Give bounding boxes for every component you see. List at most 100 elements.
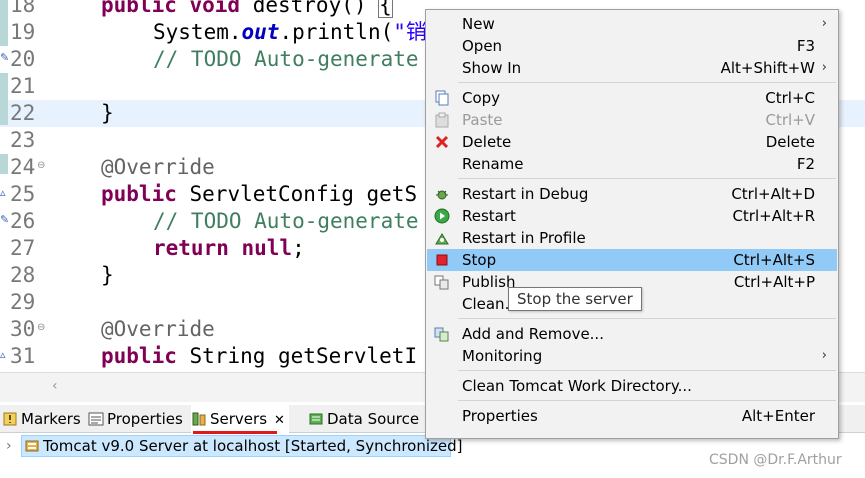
change-marker: [0, 154, 8, 174]
close-tab-icon[interactable]: ✕: [274, 413, 285, 428]
menu-item-monitoring[interactable]: Monitoring ›: [427, 345, 837, 367]
code-token: System.: [153, 20, 242, 44]
menu-item-shortcut: F3: [796, 37, 815, 55]
code-token: public: [101, 182, 190, 206]
menu-item-clean-tomcat-work-directory[interactable]: Clean Tomcat Work Directory...: [427, 375, 837, 397]
code-text: @Override: [101, 154, 215, 181]
line-number: 25: [10, 182, 36, 206]
code-token: ;: [292, 236, 305, 260]
line-number: 27: [10, 236, 36, 260]
override-marker-icon: ▵: [0, 348, 6, 361]
menu-item-delete[interactable]: Delete Delete: [427, 131, 837, 153]
properties-icon: [88, 412, 104, 426]
code-text: // TODO Auto-generate: [153, 46, 419, 73]
menu-item-properties[interactable]: Properties Alt+Enter: [427, 405, 837, 427]
menu-item-shortcut: F2: [796, 155, 815, 173]
code-token: @Override: [101, 317, 215, 341]
stop-icon: [436, 254, 448, 266]
tomcat-server-icon: [25, 440, 39, 452]
menu-item-open[interactable]: Open F3: [427, 35, 837, 57]
code-token: String getServletI: [189, 344, 418, 368]
line-number: 29: [10, 290, 36, 314]
server-row-label: Tomcat v9.0 Server at localhost [Started…: [43, 437, 463, 455]
override-marker-icon: ▵: [0, 186, 6, 199]
submenu-arrow-icon: ›: [821, 348, 827, 363]
menu-item-label: Clean Tomcat Work Directory...: [462, 377, 692, 395]
menu-item-paste[interactable]: Paste Ctrl+V: [427, 109, 837, 131]
tab-label: Servers: [210, 410, 268, 428]
tab-label: Data Source I: [327, 410, 429, 428]
line-number: 28: [10, 263, 36, 287]
tab-label: Markers: [21, 410, 81, 428]
menu-separator: [458, 370, 836, 371]
menu-item-new[interactable]: New ›: [427, 13, 837, 35]
menu-item-label: Properties: [462, 407, 538, 425]
menu-item-label: Open: [462, 37, 503, 55]
menu-item-rename[interactable]: Rename F2: [427, 153, 837, 175]
code-token: destroy(): [252, 0, 380, 17]
line-number: 21: [10, 74, 36, 98]
paste-icon: [435, 112, 449, 128]
tab-servers[interactable]: Servers ✕: [191, 405, 289, 433]
fold-collapse-icon[interactable]: ⊖: [37, 160, 45, 172]
menu-item-shortcut: Ctrl+C: [765, 89, 815, 107]
menu-item-label: Paste: [462, 111, 503, 129]
code-token: }: [101, 263, 114, 287]
line-number: 26: [10, 209, 36, 233]
menu-item-shortcut: Ctrl+Alt+S: [733, 251, 815, 269]
scroll-left-icon[interactable]: ‹: [52, 378, 58, 394]
restart-icon: [434, 208, 450, 224]
menu-item-restart[interactable]: Restart Ctrl+Alt+R: [427, 205, 837, 227]
menu-item-restart-in-profile[interactable]: Restart in Profile: [427, 227, 837, 249]
delete-icon: [435, 135, 449, 149]
menu-item-stop[interactable]: Stop Ctrl+Alt+S: [427, 249, 837, 271]
code-text: }: [101, 262, 114, 289]
change-marker: [0, 73, 8, 125]
menu-item-add-and-remove[interactable]: Add and Remove...: [427, 323, 837, 345]
menu-item-label: Restart in Debug: [462, 185, 589, 203]
code-token: @Override: [101, 155, 215, 179]
menu-separator: [458, 318, 836, 319]
menu-item-label: Restart in Profile: [462, 229, 586, 247]
code-text: System.out.println("销: [153, 19, 427, 46]
tab-data-source[interactable]: Data Source I: [308, 405, 438, 433]
expand-icon[interactable]: ›: [6, 434, 12, 458]
markers-icon: [3, 412, 17, 426]
code-text: public ServletConfig getS: [101, 181, 417, 208]
publish-icon: [434, 275, 449, 290]
task-marker-icon: ✎: [0, 213, 10, 226]
code-text: // TODO Auto-generate: [153, 208, 419, 235]
code-text: public String getServletI: [101, 343, 417, 370]
menu-item-shortcut: Ctrl+Alt+R: [732, 207, 815, 225]
line-number: 19: [10, 20, 36, 44]
line-number: 22: [10, 101, 36, 125]
task-marker-icon: ✎: [0, 51, 10, 64]
code-token: {: [378, 0, 393, 18]
menu-item-label: New: [462, 15, 495, 33]
tab-markers[interactable]: Markers: [2, 405, 86, 433]
menu-item-label: Copy: [462, 89, 501, 107]
menu-item-label: Rename: [462, 155, 524, 173]
code-text: return null;: [153, 235, 305, 262]
menu-item-shortcut: Ctrl+Alt+D: [731, 185, 815, 203]
add-remove-icon: [434, 327, 449, 342]
line-number: 20: [10, 47, 36, 71]
menu-item-shortcut: Alt+Enter: [741, 407, 815, 425]
menu-separator: [458, 400, 836, 401]
menu-item-show-in[interactable]: Show In Alt+Shift+W ›: [427, 57, 837, 79]
tooltip: Stop the server: [508, 287, 642, 311]
menu-item-label: Stop: [462, 251, 497, 269]
menu-item-label: Add and Remove...: [462, 325, 604, 343]
menu-item-shortcut: Ctrl+V: [765, 111, 815, 129]
watermark: CSDN @Dr.F.Arthur: [709, 452, 842, 468]
submenu-arrow-icon: ›: [821, 60, 827, 75]
servers-icon: [192, 412, 206, 426]
code-text: @Override: [101, 316, 215, 343]
tab-properties[interactable]: Properties: [88, 405, 188, 433]
fold-collapse-icon[interactable]: ⊖: [37, 322, 45, 334]
code-token: out: [241, 20, 280, 44]
menu-item-copy[interactable]: Copy Ctrl+C: [427, 87, 837, 109]
submenu-arrow-icon: ›: [821, 16, 827, 31]
menu-item-restart-in-debug[interactable]: Restart in Debug Ctrl+Alt+D: [427, 183, 837, 205]
code-token: public void: [101, 0, 253, 17]
